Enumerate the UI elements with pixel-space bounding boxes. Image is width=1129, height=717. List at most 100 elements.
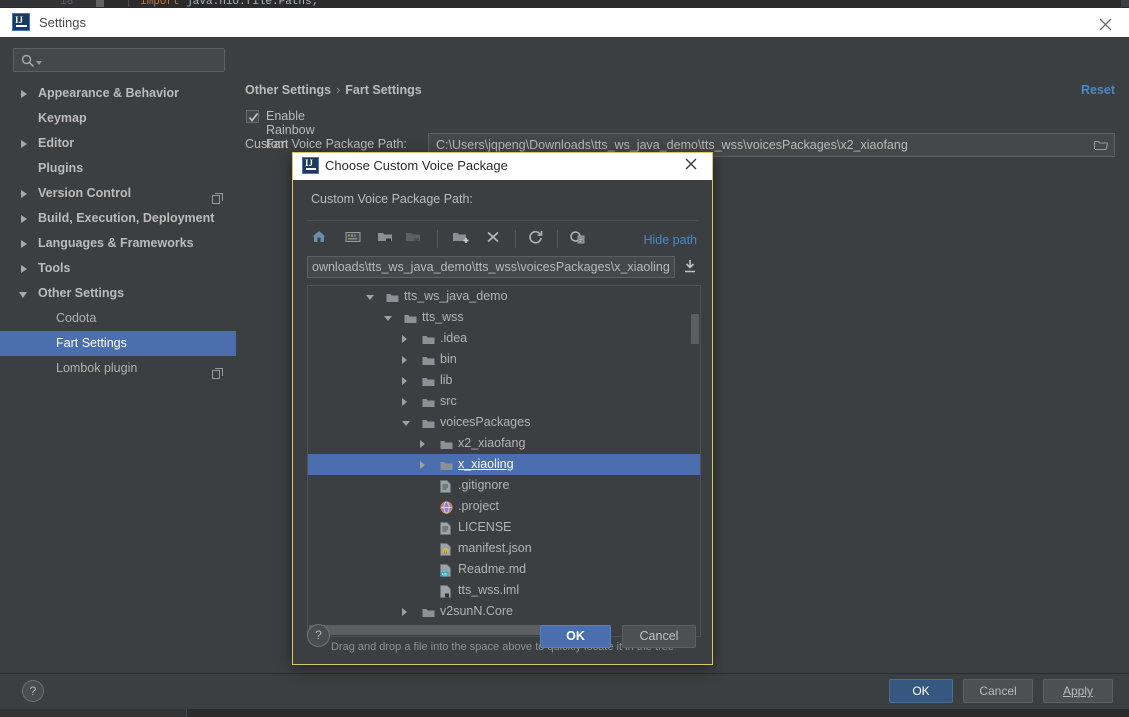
- file-tree-item-label: v2sunN.Core: [440, 604, 513, 618]
- chevron-right-icon[interactable]: [21, 140, 27, 148]
- home-icon[interactable]: [309, 227, 333, 251]
- settings-title-bar: IJ Settings: [0, 8, 1129, 37]
- sidebar-item-version-control[interactable]: Version Control: [0, 181, 236, 206]
- refresh-icon[interactable]: [525, 227, 549, 251]
- delete-icon[interactable]: [483, 227, 507, 251]
- editor-bottom-divider: [186, 709, 187, 717]
- hide-path-link[interactable]: Hide path: [643, 233, 697, 247]
- file-tree-item-label: tts_wss.iml: [458, 583, 520, 597]
- copy-settings-icon[interactable]: [212, 363, 223, 388]
- sidebar-item-codota[interactable]: Codota: [0, 306, 236, 331]
- apply-button-label: Apply: [1062, 684, 1094, 698]
- project-folder-icon[interactable]: [375, 227, 399, 251]
- dialog-title-bar: IJ Choose Custom Voice Package: [293, 153, 712, 180]
- help-button[interactable]: ?: [22, 680, 44, 702]
- editor-code-line: import java.nio.file.Paths;: [140, 0, 318, 8]
- file-tree-row[interactable]: src: [308, 391, 700, 412]
- chevron-down-icon[interactable]: [402, 421, 410, 426]
- file-tree-row[interactable]: .gitignore: [308, 475, 700, 496]
- chevron-right-icon[interactable]: [402, 608, 407, 616]
- enable-rainbow-fart-checkbox[interactable]: [246, 110, 259, 123]
- sidebar-item-plugins[interactable]: Plugins: [0, 156, 236, 181]
- search-input[interactable]: [13, 48, 225, 72]
- search-icon: [21, 54, 35, 71]
- sidebar-item-other-settings[interactable]: Other Settings: [0, 281, 236, 306]
- sidebar-item-label: Keymap: [38, 111, 87, 125]
- chevron-right-icon[interactable]: [21, 240, 27, 248]
- file-tree-row[interactable]: MD Readme.md: [308, 559, 700, 580]
- sidebar-item-languages-frameworks[interactable]: Languages & Frameworks: [0, 231, 236, 256]
- chevron-right-icon[interactable]: [402, 335, 407, 343]
- breadcrumb-parent[interactable]: Other Settings: [245, 83, 331, 97]
- dialog-divider: [307, 220, 698, 221]
- file-tree-row[interactable]: v2sunN.Core: [308, 601, 700, 622]
- show-hidden-icon[interactable]: [567, 227, 591, 251]
- chevron-right-icon[interactable]: [420, 440, 425, 448]
- sidebar-item-label: Codota: [56, 311, 97, 325]
- dialog-help-button[interactable]: ?: [307, 624, 330, 647]
- chevron-down-icon[interactable]: [19, 292, 27, 298]
- dialog-cancel-button[interactable]: Cancel: [622, 625, 696, 648]
- cancel-button[interactable]: Cancel: [963, 679, 1033, 703]
- sidebar-item-keymap[interactable]: Keymap: [0, 106, 236, 131]
- file-tree-row[interactable]: lib: [308, 370, 700, 391]
- sidebar-item-label: Fart Settings: [56, 336, 127, 350]
- chevron-right-icon[interactable]: [21, 215, 27, 223]
- background-editor-bottom-strip: [0, 709, 1129, 717]
- chevron-down-icon[interactable]: [366, 295, 374, 300]
- screen: 18 import java.nio.file.Paths; IJ Settin…: [0, 0, 1129, 717]
- chevron-right-icon[interactable]: [21, 190, 27, 198]
- file-tree-item-label: x2_xiaofang: [458, 436, 526, 450]
- chevron-right-icon[interactable]: [402, 398, 407, 406]
- download-icon[interactable]: [681, 257, 701, 277]
- file-tree[interactable]: tts_ws_java_demo tts_wss .idea bin lib src voi…: [307, 285, 701, 637]
- sidebar-item-lombok-plugin[interactable]: Lombok plugin: [0, 356, 236, 381]
- file-tree-row[interactable]: voicesPackages: [308, 412, 700, 433]
- file-tree-row[interactable]: tts_wss.iml: [308, 580, 700, 601]
- chevron-down-icon[interactable]: [36, 61, 42, 65]
- intellij-idea-logo-icon: IJ: [12, 13, 30, 31]
- file-tree-row[interactable]: .idea: [308, 328, 700, 349]
- sidebar-item-build-execution-deployment[interactable]: Build, Execution, Deployment: [0, 206, 236, 231]
- file-tree-vertical-scrollbar[interactable]: [691, 314, 699, 344]
- sidebar-item-appearance-behavior[interactable]: Appearance & Behavior: [0, 81, 236, 106]
- chevron-down-icon[interactable]: [384, 316, 392, 321]
- file-tree-row[interactable]: LICENSE: [308, 517, 700, 538]
- apply-button[interactable]: Apply: [1043, 679, 1113, 703]
- ok-button[interactable]: OK: [889, 679, 953, 703]
- sidebar-item-label: Tools: [38, 261, 71, 275]
- file-tree-row[interactable]: {} manifest.json: [308, 538, 700, 559]
- svg-text:MD: MD: [442, 573, 448, 577]
- chevron-right-icon[interactable]: [420, 461, 425, 469]
- dialog-path-input[interactable]: ownloads\tts_ws_java_demo\tts_wss\voices…: [307, 256, 675, 278]
- sidebar-item-fart-settings[interactable]: Fart Settings: [0, 331, 236, 356]
- reset-link[interactable]: Reset: [1081, 83, 1115, 97]
- chevron-right-icon[interactable]: [402, 356, 407, 364]
- file-tree-row[interactable]: bin: [308, 349, 700, 370]
- dialog-ok-button[interactable]: OK: [540, 625, 611, 648]
- sidebar-item-tools[interactable]: Tools: [0, 256, 236, 281]
- file-tree-row[interactable]: tts_ws_java_demo: [308, 286, 700, 307]
- sidebar-item-editor[interactable]: Editor: [0, 131, 236, 156]
- file-tree-row[interactable]: x_xiaoling: [308, 454, 700, 475]
- file-tree-item-label: tts_wss: [422, 310, 464, 324]
- settings-sidebar: Appearance & Behavior Keymap Editor Plugins…: [0, 37, 237, 674]
- chevron-right-icon[interactable]: [402, 377, 407, 385]
- close-icon[interactable]: [1091, 12, 1119, 34]
- toolbar-divider: [557, 230, 558, 248]
- file-tree-row[interactable]: x2_xiaofang: [308, 433, 700, 454]
- chevron-right-icon[interactable]: [21, 265, 27, 273]
- file-tree-row[interactable]: tts_wss: [308, 307, 700, 328]
- file-tree-item-label: voicesPackages: [440, 415, 531, 429]
- file-tree-item-label: tts_ws_java_demo: [404, 289, 508, 303]
- folder-browse-icon[interactable]: [1093, 139, 1109, 154]
- new-folder-icon[interactable]: [451, 227, 475, 251]
- dialog-body: Custom Voice Package Path: Hide path own…: [293, 180, 712, 664]
- file-tree-item-label: .idea: [440, 331, 468, 345]
- sidebar-item-label: Build, Execution, Deployment: [38, 211, 215, 225]
- desktop-icon[interactable]: [343, 227, 367, 251]
- close-icon[interactable]: [684, 157, 704, 177]
- chevron-right-icon[interactable]: [21, 90, 27, 98]
- custom-voice-package-path-value: C:\Users\jqpeng\Downloads\tts_ws_java_de…: [436, 138, 908, 152]
- file-tree-row[interactable]: .project: [308, 496, 700, 517]
